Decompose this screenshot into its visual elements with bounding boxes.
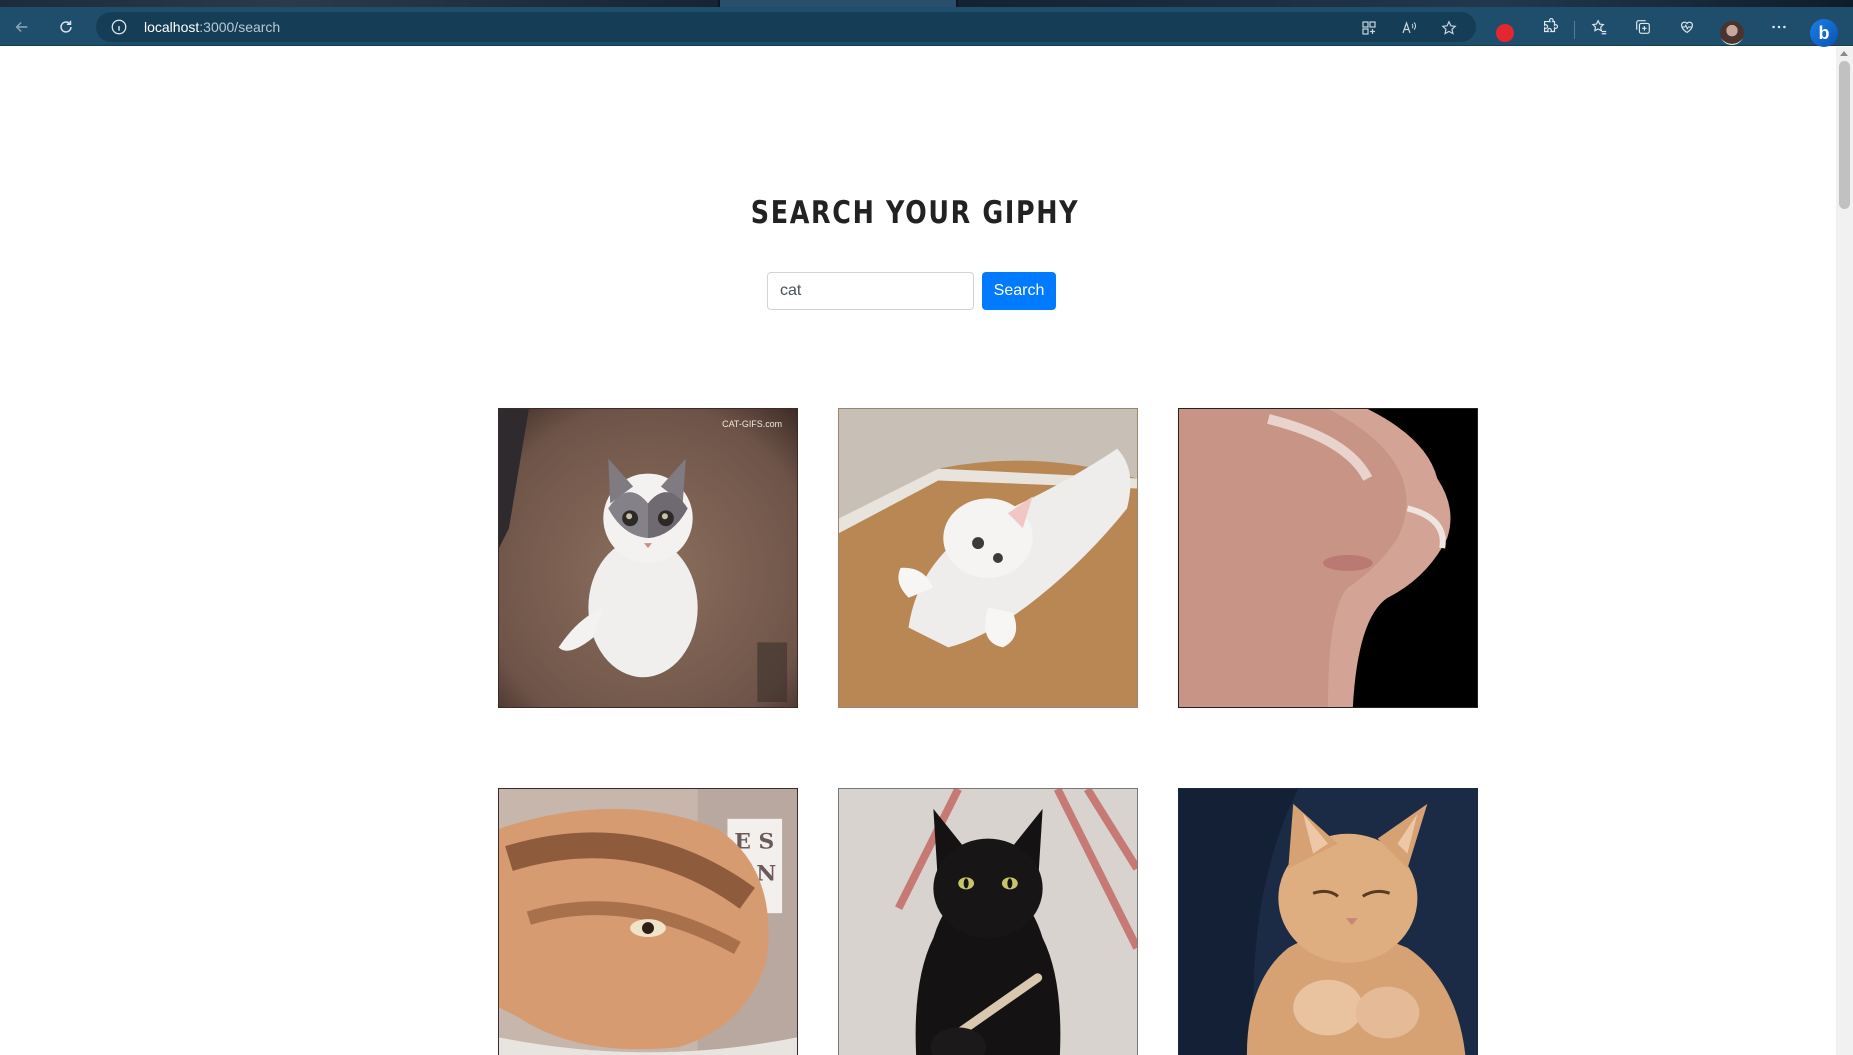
- collections-button[interactable]: [1629, 14, 1657, 40]
- cat-gif-image: [839, 409, 1137, 707]
- extensions-button[interactable]: [1536, 14, 1564, 40]
- cat-gif-image: CAT-GIFS.com: [499, 409, 797, 707]
- cat-gif-image: [1179, 789, 1477, 1055]
- puzzle-icon: [1544, 18, 1559, 33]
- gif-result-6[interactable]: [1178, 788, 1478, 1055]
- browser-toolbar: localhost:3000/search b: [0, 7, 1853, 47]
- toolbar-divider: [1574, 21, 1575, 39]
- search-button[interactable]: Search: [982, 272, 1056, 310]
- refresh-button[interactable]: [52, 14, 80, 40]
- gif-result-4[interactable]: E S P N: [498, 788, 798, 1055]
- search-input[interactable]: [767, 272, 974, 310]
- bing-copilot-icon[interactable]: b: [1810, 19, 1838, 47]
- page-scrollbar[interactable]: [1836, 47, 1853, 1055]
- url-host: localhost: [144, 19, 200, 35]
- cat-gif-image: [839, 789, 1137, 1055]
- address-url[interactable]: localhost:3000/search: [144, 19, 280, 35]
- collections-icon: [1636, 20, 1650, 34]
- scroll-up-arrow-icon[interactable]: [1840, 51, 1848, 56]
- settings-menu-button[interactable]: [1765, 14, 1793, 40]
- browser-tab[interactable]: [0, 0, 718, 7]
- arrow-left-icon: [15, 21, 28, 33]
- gif-result-5[interactable]: [838, 788, 1138, 1055]
- cat-gif-image: E S P N: [499, 789, 797, 1055]
- cat-gif-image: [1179, 409, 1477, 707]
- gif-result-2[interactable]: [838, 408, 1138, 708]
- profile-avatar[interactable]: [1720, 21, 1744, 45]
- gif-watermark: CAT-GIFS.com: [722, 419, 782, 429]
- tab-strip: [0, 0, 1853, 7]
- browser-essentials-button[interactable]: [1673, 14, 1701, 40]
- favorites-icon: [1591, 19, 1607, 35]
- back-button[interactable]: [8, 14, 36, 40]
- adblock-extension-icon[interactable]: [1496, 24, 1514, 42]
- url-path: :3000/search: [199, 19, 281, 35]
- read-aloud-icon[interactable]: [1401, 20, 1417, 36]
- address-bar[interactable]: localhost:3000/search: [96, 12, 1476, 42]
- browser-tab[interactable]: [958, 0, 1853, 7]
- more-dots-icon: [1772, 25, 1786, 29]
- heartbeat-icon: [1681, 21, 1693, 34]
- browser-tab-active[interactable]: [720, 0, 956, 7]
- page-title: SEARCH YOUR GIPHY: [750, 195, 1080, 231]
- scrollbar-thumb[interactable]: [1839, 61, 1850, 209]
- refresh-icon: [60, 20, 72, 33]
- page-content: SEARCH YOUR GIPHY Search CAT-GIFS.com: [0, 47, 1836, 1055]
- favorites-button[interactable]: [1585, 14, 1613, 40]
- info-icon[interactable]: [110, 18, 128, 36]
- favorite-star-icon[interactable]: [1441, 20, 1457, 36]
- gif-result-3[interactable]: [1178, 408, 1478, 708]
- app-available-icon[interactable]: [1361, 20, 1377, 36]
- gif-result-1[interactable]: CAT-GIFS.com: [498, 408, 798, 708]
